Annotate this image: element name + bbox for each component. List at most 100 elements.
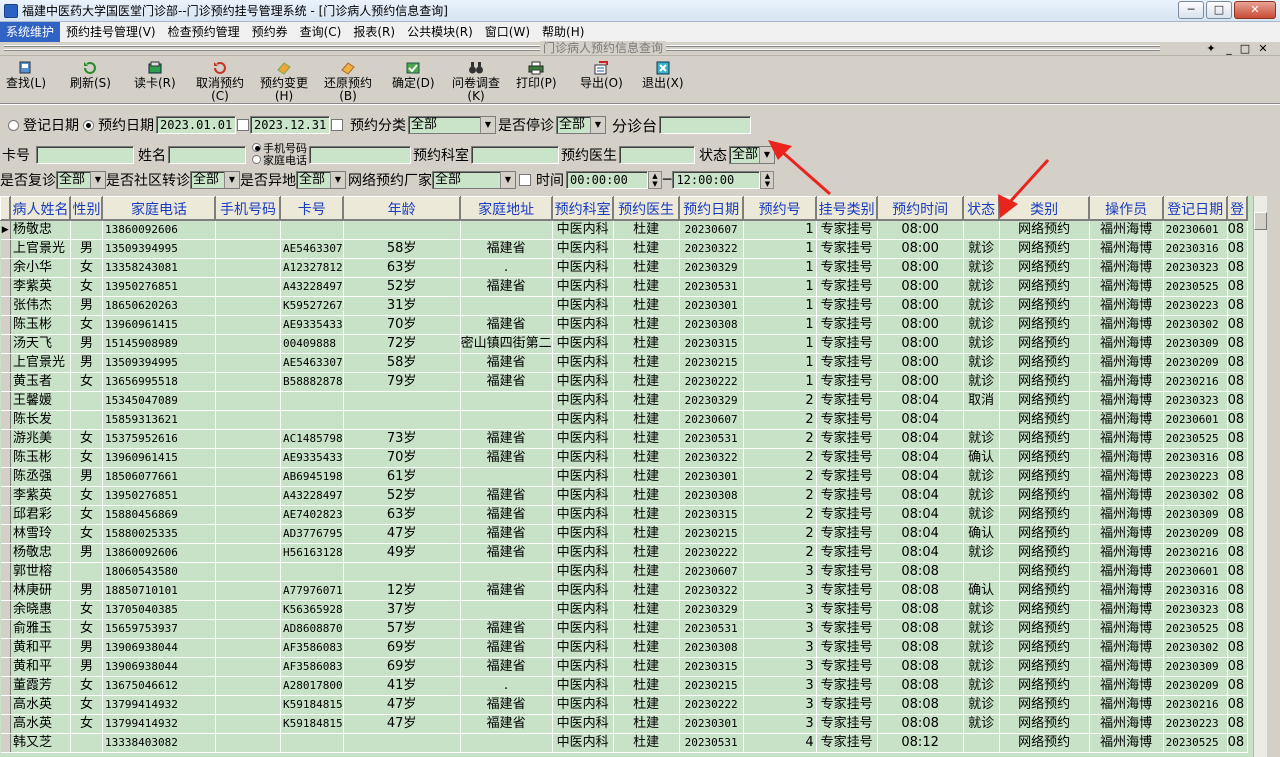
date-from-input[interactable]: 2023.01.01 [156,116,236,134]
cancel-appointment-button[interactable]: 取消预约 (C) [196,61,244,103]
table-row[interactable]: 余小华女 13358243081 A12327812 63岁. 中医内科 杜建 202303… [0,258,1248,278]
row-indicator[interactable] [0,258,11,278]
time-from-spinner[interactable]: ▲ ▼ [648,171,662,189]
row-indicator[interactable] [0,600,11,620]
table-row[interactable]: 陈丞强男 18506077661 AB6945198 61岁 中医内科 杜建 2023030… [0,467,1248,487]
read-card-button[interactable]: 读卡(R) [134,61,176,90]
table-row[interactable]: 黄和平男 13906938044 AF3586083 69岁 福建省 中医内科 杜建 2023… [0,657,1248,677]
row-indicator[interactable] [0,657,11,677]
table-row[interactable]: 黄玉者女 13656995518 B58882878 79岁 福建省 中医内科 杜建 2023… [0,372,1248,392]
maximize-button[interactable]: □ [1206,1,1232,19]
home-phone-radio[interactable] [252,155,261,164]
minimize-button[interactable]: ─ [1178,1,1204,19]
mobile-radio[interactable] [252,143,261,152]
mdi-minimize-button[interactable]: _ [1222,42,1236,55]
menu-window[interactable]: 窗口(W) [479,22,536,42]
column-header-17[interactable]: 登 [1226,196,1248,221]
phone-input[interactable] [309,146,411,164]
time-checkbox[interactable] [519,174,531,186]
row-indicator[interactable] [0,334,11,354]
column-header-13[interactable]: 状态 [962,196,1000,221]
table-row[interactable]: 杨敬忠男 13860092606 H56163128 49岁 福建省 中医内科 杜建 2023… [0,543,1248,563]
table-row[interactable]: 俞雅玉女 15659753937 AD8608870 57岁 福建省 中医内科 杜建 2023… [0,619,1248,639]
menu-public[interactable]: 公共模块(R) [401,22,479,42]
column-header-4[interactable]: 卡号 [280,196,344,221]
remote-select[interactable]: 全部 ▼ [296,171,346,189]
change-appointment-button[interactable]: 预约变更 (H) [260,61,308,103]
table-row[interactable]: 陈长发 15859313621 中医内科 杜建 20230607 2 专家挂号 08:04 网络… [0,410,1248,430]
column-header-0[interactable]: 病人姓名 [10,196,71,221]
table-row[interactable]: 王馨媛 15345047089 中医内科 杜建 20230329 2 专家挂号 08:04 取消… [0,391,1248,411]
column-header-9[interactable]: 预约日期 [678,196,744,221]
column-header-16[interactable]: 登记日期 [1162,196,1228,221]
time-to-input[interactable]: 12:00:00 [672,171,761,189]
card-input[interactable] [36,146,134,164]
table-row[interactable]: 高水英女 13799414932 K59184815 47岁 福建省 中医内科 杜建 2023… [0,714,1248,734]
column-header-12[interactable]: 预约时间 [876,196,964,221]
table-row[interactable]: 韩又芝 13338403082 中医内科 杜建 20230531 4 专家挂号 08:12 网络… [0,733,1248,753]
row-indicator[interactable] [0,524,11,544]
mdi-close-button[interactable]: ✕ [1256,42,1270,55]
table-row[interactable]: 高水英女 13799414932 K59184815 47岁 福建省 中医内科 杜建 2023… [0,695,1248,715]
table-row[interactable]: 邱君彩女 15880456869 AE7402823 63岁 福建省 中医内科 杜建 2023… [0,505,1248,525]
name-input[interactable] [168,146,246,164]
menu-query[interactable]: 查询(C) [294,22,348,42]
table-row[interactable]: 余晓惠女 13705040385 K56365928 37岁 中医内科 杜建 2023032… [0,600,1248,620]
close-button[interactable]: ✕ [1234,1,1276,19]
grid-vertical-scrollbar[interactable] [1253,196,1267,757]
row-indicator[interactable]: ▶ [0,220,11,240]
time-from-input[interactable]: 00:00:00 [566,171,648,189]
column-header-5[interactable]: 年龄 [342,196,461,221]
row-indicator[interactable] [0,410,11,430]
column-header-11[interactable]: 挂号类别 [815,196,878,221]
row-indicator[interactable] [0,619,11,639]
row-indicator[interactable] [0,429,11,449]
menu-exam[interactable]: 检查预约管理 [162,22,246,42]
menu-voucher[interactable]: 预约券 [246,22,294,42]
column-header-6[interactable]: 家庭地址 [459,196,553,221]
table-row[interactable]: 郭世榕 18060543580 中医内科 杜建 20230607 3 专家挂号 08:08 网络… [0,562,1248,582]
column-header-3[interactable]: 手机号码 [215,196,281,221]
community-select[interactable]: 全部 ▼ [190,171,240,189]
column-header-10[interactable]: 预约号 [742,196,817,221]
menu-report[interactable]: 报表(R) [347,22,401,42]
row-indicator[interactable] [0,467,11,487]
table-row[interactable]: ▶ 杨敬忠 13860092606 中医内科 杜建 20230607 1 专家挂号 08:00 网… [0,220,1248,240]
table-row[interactable]: 上官景光男 13509394995 AE5463307 58岁 福建省 中医内科 杜建 202… [0,239,1248,259]
row-indicator[interactable] [0,486,11,506]
appt-date-radio[interactable] [83,119,94,131]
table-row[interactable]: 陈玉彬女 13960961415 AE9335433 70岁 福建省 中医内科 杜建 2023… [0,315,1248,335]
branch-input[interactable] [659,116,752,134]
row-indicator[interactable] [0,638,11,658]
mdi-maximize-button[interactable]: □ [1238,42,1252,55]
refresh-button[interactable]: 刷新(S) [70,61,111,90]
table-row[interactable]: 黄和平男 13906938044 AF3586083 69岁 福建省 中医内科 杜建 2023… [0,638,1248,658]
table-row[interactable]: 林雪玲女 15880025335 AD3776795 47岁 福建省 中医内科 杜建 2023… [0,524,1248,544]
doctor-input[interactable] [619,146,695,164]
survey-button[interactable]: 问卷调查 (K) [452,61,500,103]
table-row[interactable]: 游兆美女 15375952616 AC1485798 73岁 福建省 中医内科 杜建 2023… [0,429,1248,449]
confirm-button[interactable]: 确定(D) [392,61,435,90]
row-indicator[interactable] [0,353,11,373]
menu-system[interactable]: 系统维护 [0,22,61,42]
table-row[interactable]: 张伟杰男 18650620263 K59527267 31岁 中医内科 杜建 2023030… [0,296,1248,316]
row-indicator[interactable] [0,239,11,259]
exit-button[interactable]: 退出(X) [642,61,684,90]
column-header-15[interactable]: 操作员 [1088,196,1164,221]
row-indicator[interactable] [0,315,11,335]
table-row[interactable]: 李紫英女 13950276851 A43228497 52岁 福建省 中医内科 杜建 2023… [0,486,1248,506]
status-select[interactable]: 全部 ▼ [729,146,775,164]
table-row[interactable]: 汤天飞男 15145908989 00409888 72岁 密山镇四街第二 中医内科 杜建 2… [0,334,1248,354]
table-row[interactable]: 董霞芳女 13675046612 A28017800 41岁. 中医内科 杜建 202302… [0,676,1248,696]
row-indicator[interactable] [0,391,11,411]
time-to-spinner[interactable]: ▲ ▼ [760,171,775,189]
pin-icon[interactable]: ✦ [1204,42,1218,55]
date-to-input[interactable]: 2023.12.31 [250,116,330,134]
menu-help[interactable]: 帮助(H) [536,22,590,42]
column-header-2[interactable]: 家庭电话 [102,196,216,221]
table-row[interactable]: 陈玉彬女 13960961415 AE9335433 70岁 福建省 中医内科 杜建 2023… [0,448,1248,468]
row-indicator[interactable] [0,676,11,696]
row-indicator[interactable] [0,714,11,734]
column-header-8[interactable]: 预约医生 [612,196,680,221]
table-row[interactable]: 上官景光男 13509394995 AE5463307 58岁 福建省 中医内科 杜建 202… [0,353,1248,373]
